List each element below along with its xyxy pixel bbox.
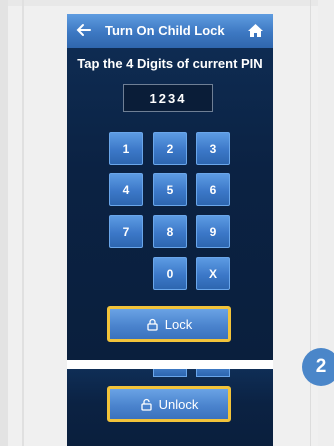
padlock-icon bbox=[147, 318, 158, 331]
lock-button-label: Lock bbox=[164, 316, 193, 332]
title-bar: Turn On Child Lock bbox=[67, 14, 273, 48]
key-2[interactable]: 2 bbox=[153, 132, 187, 165]
unlock-button-label: Unlock bbox=[158, 396, 199, 412]
page-left-border bbox=[0, 0, 8, 446]
page-top-border bbox=[0, 0, 334, 6]
key-9[interactable]: 9 bbox=[196, 215, 230, 248]
page-inner-border bbox=[22, 0, 24, 446]
child-lock-screen: Turn On Child Lock Tap the 4 Digits of c… bbox=[67, 14, 273, 360]
partial-key bbox=[196, 369, 230, 377]
page-title: Turn On Child Lock bbox=[105, 23, 225, 38]
home-icon[interactable] bbox=[247, 22, 264, 39]
unlocked-padlock-icon bbox=[140, 398, 152, 411]
partial-key bbox=[153, 369, 187, 377]
back-arrow-icon[interactable] bbox=[75, 21, 93, 39]
step-number-badge: 2 bbox=[302, 348, 334, 386]
key-1[interactable]: 1 bbox=[109, 132, 143, 165]
key-5[interactable]: 5 bbox=[153, 173, 187, 206]
panel-separator bbox=[67, 360, 273, 369]
key-7[interactable]: 7 bbox=[109, 215, 143, 248]
key-0[interactable]: 0 bbox=[153, 257, 187, 290]
key-3[interactable]: 3 bbox=[196, 132, 230, 165]
key-clear[interactable]: X bbox=[196, 257, 230, 290]
instruction-text: Tap the 4 Digits of current PIN bbox=[77, 56, 263, 71]
unlock-button[interactable]: Unlock bbox=[107, 386, 231, 422]
key-8[interactable]: 8 bbox=[153, 215, 187, 248]
pin-display: 1234 bbox=[123, 84, 213, 112]
key-4[interactable]: 4 bbox=[109, 173, 143, 206]
child-unlock-screen: Unlock bbox=[67, 369, 273, 446]
lock-button[interactable]: Lock bbox=[107, 306, 231, 342]
key-6[interactable]: 6 bbox=[196, 173, 230, 206]
